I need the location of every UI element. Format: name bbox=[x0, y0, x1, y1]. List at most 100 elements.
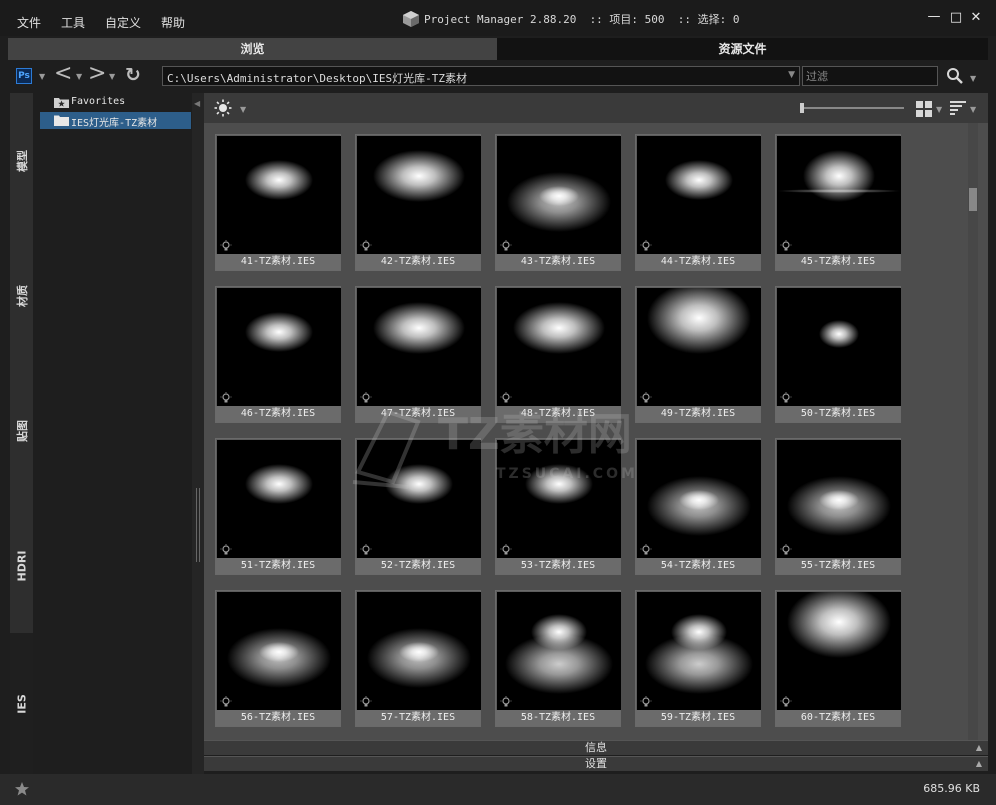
vtab-textures[interactable]: 贴图 bbox=[10, 363, 33, 498]
folder-tree: Favorites IES灯光库-TZ素材 bbox=[36, 93, 192, 774]
forward-history-caret-icon[interactable]: ▼ bbox=[109, 72, 115, 81]
thumbnail-item[interactable]: 60-TZ素材.IES bbox=[775, 590, 901, 727]
path-field[interactable]: C:\Users\Administrator\Desktop\IES灯光库-TZ… bbox=[162, 66, 800, 86]
thumbnail-size-slider[interactable] bbox=[800, 103, 904, 113]
thumbnail-item[interactable]: 54-TZ素材.IES bbox=[635, 438, 761, 575]
settings-panel-label: 设置 bbox=[585, 757, 607, 770]
menu-customize[interactable]: 自定义 bbox=[105, 14, 141, 31]
vtab-materials[interactable]: 材质 bbox=[10, 228, 33, 363]
ies-preview-image bbox=[497, 440, 621, 558]
back-button[interactable]: < bbox=[54, 63, 72, 85]
sort-icon[interactable] bbox=[950, 101, 966, 115]
back-history-caret-icon[interactable]: ▼ bbox=[76, 72, 82, 81]
menu-tools[interactable]: 工具 bbox=[61, 14, 85, 31]
filter-field[interactable] bbox=[802, 66, 938, 86]
thumbnail-item[interactable]: 55-TZ素材.IES bbox=[775, 438, 901, 575]
vtab-models[interactable]: 模型 bbox=[10, 93, 33, 228]
app-select-caret-icon[interactable]: ▼ bbox=[39, 72, 45, 81]
thumbnail-item[interactable]: 59-TZ素材.IES bbox=[635, 590, 761, 727]
ies-preview-image bbox=[497, 136, 621, 254]
vertical-scrollbar[interactable] bbox=[968, 123, 978, 740]
thumbnail-item[interactable]: 58-TZ素材.IES bbox=[495, 590, 621, 727]
thumbnail-item[interactable]: 45-TZ素材.IES bbox=[775, 134, 901, 271]
thumbnail-label: 48-TZ素材.IES bbox=[496, 406, 620, 422]
thumbnail-item[interactable]: 56-TZ素材.IES bbox=[215, 590, 341, 727]
settings-expand-icon[interactable]: ▲ bbox=[976, 757, 982, 771]
thumbnail-item[interactable]: 48-TZ素材.IES bbox=[495, 286, 621, 423]
forward-button[interactable]: > bbox=[88, 63, 106, 85]
ies-preview-image bbox=[637, 288, 761, 406]
thumbnail-label: 57-TZ素材.IES bbox=[356, 710, 480, 726]
ies-preview-image bbox=[777, 592, 901, 710]
thumbnail-item[interactable]: 41-TZ素材.IES bbox=[215, 134, 341, 271]
star-icon[interactable] bbox=[14, 781, 30, 797]
bulb-icon bbox=[360, 696, 372, 707]
refresh-button[interactable]: ↻ bbox=[125, 64, 141, 86]
thumbnail-label: 47-TZ素材.IES bbox=[356, 406, 480, 422]
selection-size: 685.96 KB bbox=[923, 782, 980, 795]
thumbnail-item[interactable]: 47-TZ素材.IES bbox=[355, 286, 481, 423]
light-distribution-glow bbox=[525, 464, 593, 504]
tree-item-ies-folder[interactable]: IES灯光库-TZ素材 bbox=[40, 112, 191, 129]
menu-file[interactable]: 文件 bbox=[17, 14, 41, 31]
thumbnail-item[interactable]: 50-TZ素材.IES bbox=[775, 286, 901, 423]
thumbnail-item[interactable]: 44-TZ素材.IES bbox=[635, 134, 761, 271]
bulb-icon bbox=[220, 696, 232, 707]
slider-handle[interactable] bbox=[800, 103, 804, 113]
thumbnail-label: 46-TZ素材.IES bbox=[216, 406, 340, 422]
main-tab-bar: 浏览 资源文件 bbox=[8, 38, 988, 60]
light-distribution-glow bbox=[373, 302, 465, 354]
thumbnail-item[interactable]: 52-TZ素材.IES bbox=[355, 438, 481, 575]
bulb-icon bbox=[360, 544, 372, 555]
scrollbar-thumb[interactable] bbox=[969, 188, 977, 211]
filter-input[interactable] bbox=[806, 69, 934, 83]
thumbnail-item[interactable]: 49-TZ素材.IES bbox=[635, 286, 761, 423]
ies-preview-image bbox=[637, 440, 761, 558]
vtab-hdri[interactable]: HDRI bbox=[10, 498, 33, 633]
vtab-ies[interactable]: IES bbox=[10, 633, 33, 774]
light-distribution-glow bbox=[245, 312, 313, 352]
ies-preview-image bbox=[357, 136, 481, 254]
thumbnail-item[interactable]: 53-TZ素材.IES bbox=[495, 438, 621, 575]
collapse-left-icon[interactable]: ◀ bbox=[194, 99, 200, 108]
thumbnail-item[interactable]: 46-TZ素材.IES bbox=[215, 286, 341, 423]
menu-help[interactable]: 帮助 bbox=[161, 14, 185, 31]
settings-panel-header[interactable]: 设置 ▲ bbox=[204, 756, 988, 771]
splitter-grip[interactable] bbox=[196, 488, 200, 562]
light-distribution-glow bbox=[245, 160, 313, 200]
thumbnail-grid: 41-TZ素材.IES 42-TZ素材.IES 43-TZ素材.IES 44-TZ素材… bbox=[204, 123, 988, 740]
path-dropdown-icon[interactable]: ▼ bbox=[788, 70, 795, 80]
address-bar: Ps ▼ < ▼ > ▼ ↻ C:\Users\Administrator\De… bbox=[8, 62, 988, 90]
bulb-icon bbox=[500, 392, 512, 403]
tab-assets[interactable]: 资源文件 bbox=[497, 38, 988, 60]
info-expand-icon[interactable]: ▲ bbox=[976, 741, 982, 755]
light-type-icon[interactable] bbox=[214, 99, 232, 117]
maximize-button[interactable]: □ bbox=[948, 10, 964, 26]
photoshop-icon[interactable]: Ps bbox=[16, 68, 32, 84]
info-panel-header[interactable]: 信息 ▲ bbox=[204, 740, 988, 755]
thumbnail-label: 42-TZ素材.IES bbox=[356, 254, 480, 270]
light-distribution-glow bbox=[367, 628, 471, 688]
vtab-textures-label: 贴图 bbox=[15, 419, 29, 442]
thumbnail-label: 58-TZ素材.IES bbox=[496, 710, 620, 726]
grid-view-icon[interactable] bbox=[916, 101, 932, 117]
minimize-button[interactable]: — bbox=[926, 9, 942, 25]
thumbnail-label: 44-TZ素材.IES bbox=[636, 254, 760, 270]
search-icon[interactable] bbox=[946, 67, 964, 85]
tree-item-favorites[interactable]: Favorites bbox=[40, 94, 191, 111]
close-button[interactable]: ✕ bbox=[968, 10, 984, 26]
search-options-caret-icon[interactable]: ▼ bbox=[970, 74, 976, 83]
bulb-icon bbox=[780, 240, 792, 251]
thumbnail-item[interactable]: 57-TZ素材.IES bbox=[355, 590, 481, 727]
thumbnail-item[interactable]: 42-TZ素材.IES bbox=[355, 134, 481, 271]
thumbnail-item[interactable]: 51-TZ素材.IES bbox=[215, 438, 341, 575]
view-mode-caret-icon[interactable]: ▼ bbox=[936, 105, 942, 114]
tab-browse[interactable]: 浏览 bbox=[8, 38, 497, 60]
light-type-caret-icon[interactable]: ▼ bbox=[240, 105, 246, 114]
thumbnail-item[interactable]: 43-TZ素材.IES bbox=[495, 134, 621, 271]
sort-caret-icon[interactable]: ▼ bbox=[970, 105, 976, 114]
light-distribution-glow bbox=[777, 150, 901, 202]
panel-splitter[interactable]: ◀ bbox=[192, 93, 204, 774]
ies-preview-image bbox=[497, 288, 621, 406]
window-title: Project Manager 2.88.20 :: 项目: 500 :: 选择… bbox=[424, 13, 740, 26]
